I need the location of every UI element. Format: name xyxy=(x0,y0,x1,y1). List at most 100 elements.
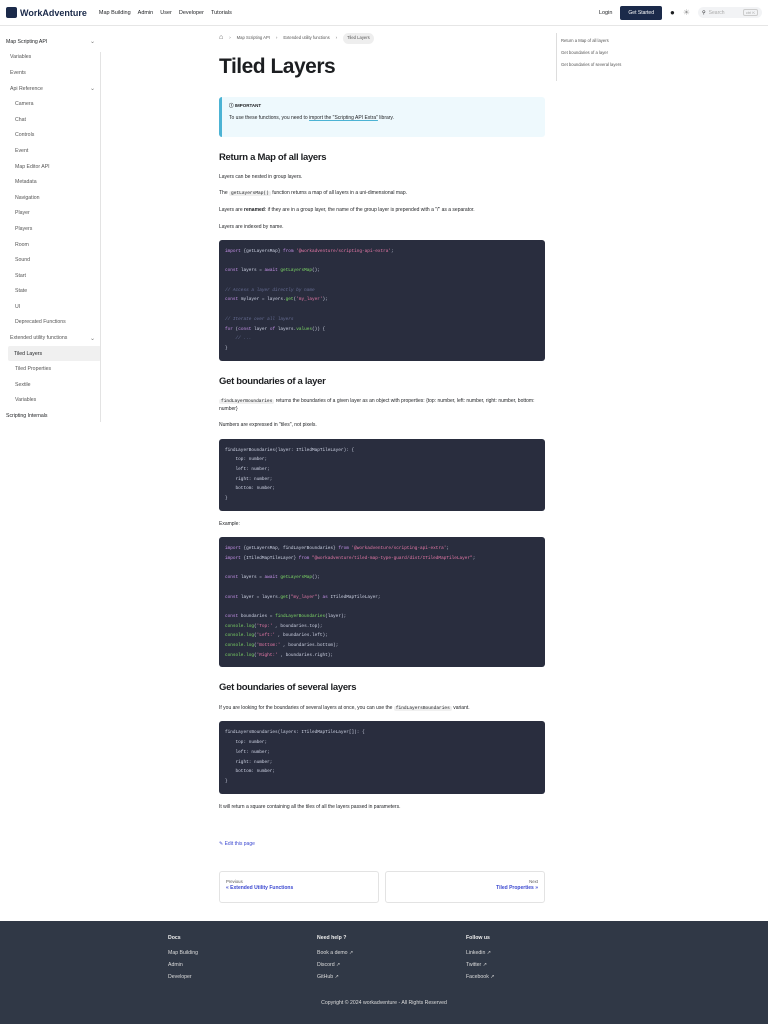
code-token: "my_layer" xyxy=(290,594,318,600)
chevron-down-icon[interactable]: ⌄ xyxy=(90,85,95,92)
toc-item[interactable]: Get boundaries of a layer xyxy=(561,50,621,55)
code-token: ; xyxy=(391,249,394,254)
nav-map-building[interactable]: Map Building xyxy=(99,10,131,16)
footer-link[interactable]: GitHub ↗ xyxy=(317,974,353,980)
brand-logo[interactable]: WorkAdventure xyxy=(6,7,87,18)
nav-admin[interactable]: Admin xyxy=(138,10,154,16)
breadcrumb: ⌂ › Map Scripting API › Extended utility f… xyxy=(219,32,545,45)
nav-developer[interactable]: Developer xyxy=(179,10,204,16)
sidebar-item[interactable]: Deprecated Functions xyxy=(0,315,101,331)
login-link[interactable]: Login xyxy=(599,10,612,16)
sidebar-item[interactable]: Variables xyxy=(0,393,101,409)
code-line: // Access a layer directly by name xyxy=(225,286,539,296)
nav-tutorials[interactable]: Tutorials xyxy=(211,10,232,16)
important-admonition: ⓘ IMPORTANT To use these functions, you … xyxy=(219,96,545,137)
toc-item[interactable]: Return a Map of all layers xyxy=(561,38,621,43)
heading-boundaries-several: Get boundaries of several layers xyxy=(219,682,357,694)
code-line: // Iterate over all layers xyxy=(225,315,539,325)
sidebar-item[interactable]: Scripting Internals xyxy=(0,408,101,424)
sidebar-item[interactable]: Tiled Properties xyxy=(0,361,101,377)
search-shortcut: ctrl K xyxy=(742,9,758,16)
edit-label: Edit this page xyxy=(224,841,255,848)
sidebar-item[interactable]: Metadata xyxy=(0,174,101,190)
footer-link[interactable]: Linkedin ↗ xyxy=(466,950,495,956)
footer-link[interactable]: Developer xyxy=(168,974,198,980)
get-started-button[interactable]: Get Started xyxy=(620,5,662,20)
sidebar-item-label: Tiled Layers xyxy=(14,350,43,357)
brand-name: WorkAdventure xyxy=(20,7,87,18)
sidebar-item[interactable]: State xyxy=(0,284,101,300)
bold-text: renamed xyxy=(244,207,265,213)
footer-heading: Docs xyxy=(168,935,181,941)
sidebar-item[interactable]: Room xyxy=(0,237,101,253)
sidebar-item[interactable]: Camera xyxy=(0,96,101,112)
code-line: findLayerBoundaries(layer: ITiledMapTile… xyxy=(225,446,539,456)
sidebar-item-label: Api Reference xyxy=(10,85,43,92)
home-icon[interactable]: ⌂ xyxy=(219,33,223,44)
sidebar-item[interactable]: Map Editor API xyxy=(0,159,101,175)
sidebar-item-label: State xyxy=(15,288,28,295)
footer-link[interactable]: Twitter ↗ xyxy=(466,962,495,968)
footer-heading: Need help ? xyxy=(317,935,347,941)
sidebar-item[interactable]: Map Scripting API ⌄ xyxy=(0,34,101,50)
admonition-text: To use these functions, you need to xyxy=(229,115,310,122)
code-token: '@workadventure/scripting-api-extra' xyxy=(293,249,392,254)
nav-user[interactable]: User xyxy=(160,10,172,16)
code-line: console.log('Right:' , boundaries.right)… xyxy=(225,651,539,661)
prev-label: « Extended Utility Functions xyxy=(226,885,294,891)
edit-page-link[interactable]: ✎ Edit this page xyxy=(219,841,545,849)
sidebar-item[interactable]: Event xyxy=(0,143,101,159)
footer-link[interactable]: Admin xyxy=(168,962,198,968)
sidebar-item[interactable]: Sound xyxy=(0,252,101,268)
code-line: top: number; xyxy=(225,738,539,748)
code-token: bottom: number; xyxy=(225,486,276,492)
code-token: ()) { xyxy=(312,326,326,332)
sidebar-item[interactable]: Controls xyxy=(0,128,101,144)
code-token: (); xyxy=(312,268,320,274)
code-line: bottom: number; xyxy=(225,767,539,777)
breadcrumb-item[interactable]: Extended utility functions xyxy=(283,35,329,41)
sidebar-item[interactable]: Extended utility functions ⌄ xyxy=(0,330,101,346)
footer-col-docs: Docs Map Building Admin Developer xyxy=(168,935,198,986)
code-token: log xyxy=(246,652,254,658)
sidebar-item[interactable]: Variables xyxy=(0,50,101,66)
footer-link[interactable]: Discord ↗ xyxy=(317,962,353,968)
code-token: layers = xyxy=(238,268,265,274)
sidebar-item[interactable]: UI xyxy=(0,299,101,315)
chevron-down-icon[interactable]: ⌄ xyxy=(90,335,95,342)
sidebar-item[interactable]: Navigation xyxy=(0,190,101,206)
pagination: Previous « Extended Utility Functions Nex… xyxy=(219,870,545,903)
footer-link[interactable]: Book a demo ↗ xyxy=(317,950,353,956)
logo-icon xyxy=(6,7,17,18)
code-line: console.log('Bottom:' , boundaries.botto… xyxy=(225,641,539,651)
sidebar-item[interactable]: Events xyxy=(0,65,101,81)
search-button[interactable]: ⚲ Search ctrl K xyxy=(698,7,762,18)
breadcrumb-item[interactable]: Map Scripting API xyxy=(237,35,270,41)
sidebar-item[interactable]: Player xyxy=(0,206,101,222)
footer-link[interactable]: Map Building xyxy=(168,950,198,956)
github-icon[interactable]: ● xyxy=(670,8,675,17)
sidebar-item[interactable]: Tiled Layers xyxy=(8,345,101,362)
theme-toggle-icon[interactable]: ☀ xyxy=(683,8,690,17)
code-token: findLayerBoundaries xyxy=(275,614,326,619)
chevron-down-icon[interactable]: ⌄ xyxy=(90,38,95,45)
sidebar-item[interactable]: Api Reference ⌄ xyxy=(0,81,101,97)
code-token: layers. xyxy=(275,326,297,332)
sidebar-item-label: Deprecated Functions xyxy=(15,319,66,326)
footer-heading: Follow us xyxy=(466,935,490,941)
sidebar-item[interactable]: Sextile xyxy=(0,377,101,393)
next-page-link[interactable]: Next Tiled Properties » xyxy=(385,870,545,903)
code-token: findLayerBoundaries(layer: ITiledMapTile… xyxy=(225,447,355,453)
sidebar-item[interactable]: Chat xyxy=(0,112,101,128)
paragraph: The getLayersMap() function returns a ma… xyxy=(219,190,545,198)
sidebar-item[interactable]: Start xyxy=(0,268,101,284)
previous-page-link[interactable]: Previous « Extended Utility Functions xyxy=(219,870,379,903)
footer-link[interactable]: Facebook ↗ xyxy=(466,974,495,980)
sidebar-item[interactable]: Players xyxy=(0,221,101,237)
scripting-api-extra-link[interactable]: import the "Scripting API Extra" xyxy=(309,115,378,121)
code-token: const xyxy=(225,594,239,600)
code-token: boundaries = xyxy=(238,614,276,619)
code-token: const xyxy=(225,297,239,303)
toc-item[interactable]: Get boundaries of several layers xyxy=(561,62,621,67)
code-token: right: number; xyxy=(225,759,273,765)
